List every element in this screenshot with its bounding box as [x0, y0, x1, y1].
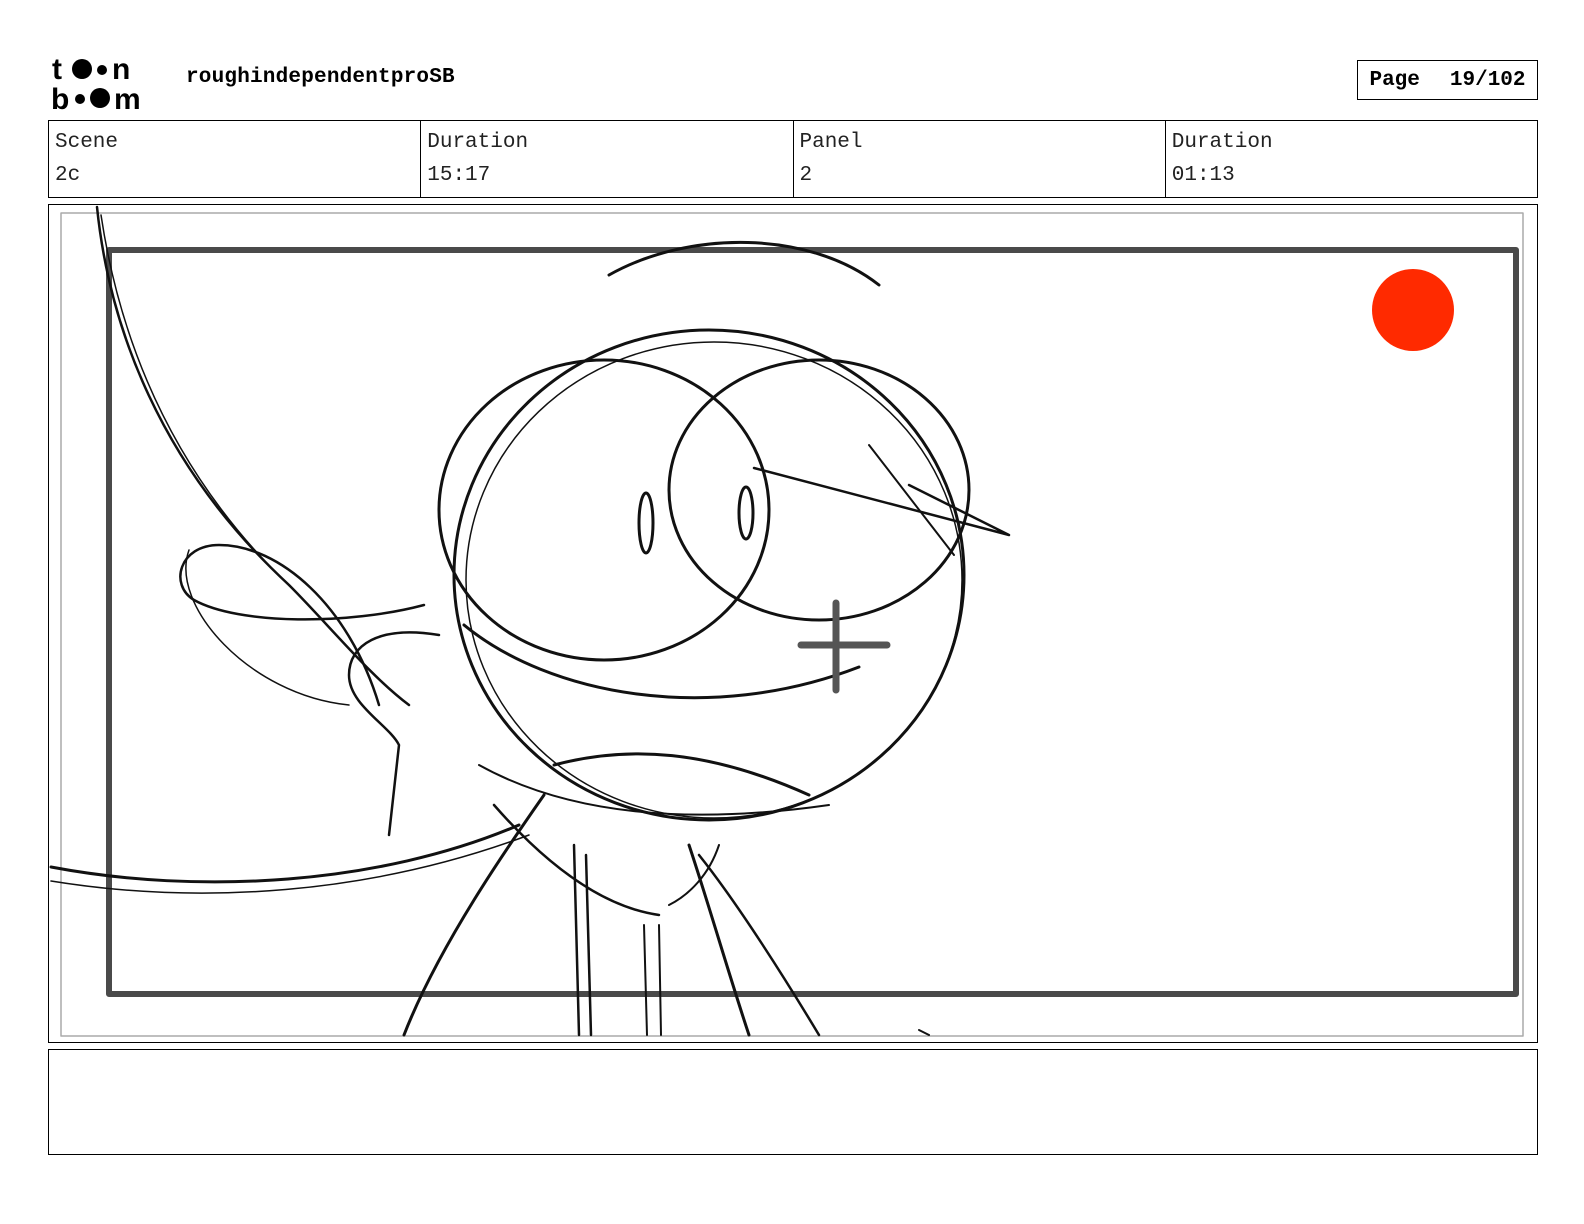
- panel-duration-cell: Duration 01:13: [1166, 121, 1537, 197]
- panel-label: Panel: [799, 131, 863, 154]
- left-eye: [437, 358, 771, 662]
- notes-box[interactable]: [48, 1049, 1538, 1155]
- safe-area-frame: [60, 212, 1524, 1037]
- panel-drawing: [49, 205, 1524, 1037]
- scene-duration-value: 15:17: [427, 164, 491, 187]
- info-table: Scene 2c Duration 15:17 Panel 2 Duration…: [48, 120, 1538, 198]
- arm-line: [49, 823, 521, 884]
- red-marker: [1372, 269, 1454, 351]
- project-title: roughindependentproSB: [186, 66, 455, 89]
- panel-duration-value: 01:13: [1171, 164, 1235, 187]
- svg-text:m: m: [114, 83, 141, 112]
- svg-text:t: t: [52, 53, 62, 86]
- right-eye: [667, 358, 971, 622]
- page-number: 19/102: [1449, 68, 1526, 92]
- storyboard-panel: [48, 204, 1538, 1043]
- toon-boom-logo: t n b m: [52, 53, 141, 112]
- scene-label: Scene: [55, 131, 119, 154]
- scene-duration-cell: Duration 15:17: [421, 121, 794, 197]
- svg-text:n: n: [112, 53, 130, 86]
- mouth: [462, 623, 861, 700]
- panel-cell: Panel 2: [794, 121, 1166, 197]
- center-cross: [797, 599, 891, 694]
- page-indicator: Page 19/102: [1357, 60, 1538, 100]
- panel-value: 2: [799, 164, 813, 187]
- svg-text:b: b: [52, 83, 69, 112]
- sketch-stroke: [95, 205, 411, 707]
- scene-value: 2c: [55, 164, 81, 187]
- scene-cell: Scene 2c: [49, 121, 422, 197]
- page-label: Page: [1369, 68, 1420, 92]
- panel-duration-label: Duration: [1171, 131, 1273, 154]
- scene-duration-label: Duration: [427, 131, 529, 154]
